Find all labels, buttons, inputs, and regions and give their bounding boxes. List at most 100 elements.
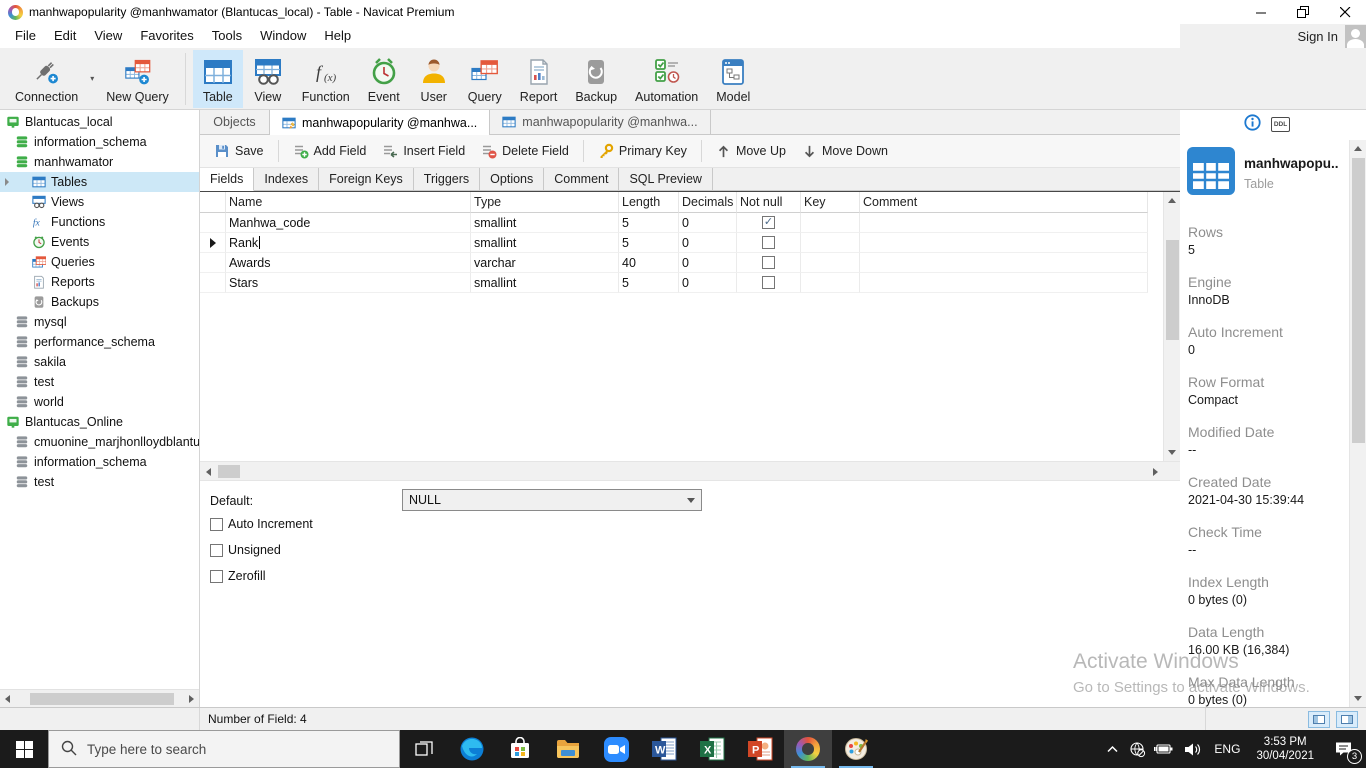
scrollbar-thumb[interactable] [218,465,240,478]
toolbar-backup-button[interactable]: Backup [566,50,626,108]
sidebar-horizontal-scrollbar[interactable] [0,689,199,707]
cell-name[interactable]: Stars [226,273,471,293]
dropdown-caret-icon[interactable]: ▾ [90,74,94,83]
sidebar-item-manhwamator[interactable]: manhwamator [0,152,199,172]
battery-icon[interactable] [1150,730,1178,768]
sidebar-item-information_schema[interactable]: information_schema [0,452,199,472]
cell-key[interactable] [801,253,860,273]
cell-length[interactable]: 5 [619,233,679,253]
sidebar-item-views[interactable]: Views [0,192,199,212]
clock[interactable]: 3:53 PM 30/04/2021 [1248,735,1322,764]
checkbox-zerofill[interactable]: Zerofill [210,569,266,583]
cell-length[interactable]: 5 [619,273,679,293]
sidebar-item-cmuonine_marjhonlloydblantuca[interactable]: cmuonine_marjhonlloydblantuca [0,432,199,452]
taskbar-app-folder[interactable] [544,730,592,768]
table-row[interactable]: Manhwa_code smallint 5 0 ✓ [200,213,1163,233]
taskbar-app-excel[interactable]: X [688,730,736,768]
sidebar-item-sakila[interactable]: sakila [0,352,199,372]
task-view-button[interactable] [400,730,448,768]
scroll-right-icon[interactable] [189,695,194,703]
insert-field-button[interactable]: Insert Field [374,138,473,164]
toolbar-model-button[interactable]: Model [707,50,759,108]
menu-favorites[interactable]: Favorites [131,24,202,48]
taskbar-app-navicat[interactable] [784,730,832,768]
sidebar-item-blantucas_online[interactable]: Blantucas_Online [0,412,199,432]
move-up-button[interactable]: Move Up [708,138,794,164]
taskbar-app-zoomapp[interactable] [592,730,640,768]
cell-not-null[interactable] [737,253,801,273]
scroll-up-icon[interactable] [1354,146,1362,151]
sidebar-item-test[interactable]: test [0,372,199,392]
default-value-combobox[interactable]: NULL [402,489,702,511]
cell-length[interactable]: 5 [619,213,679,233]
speaker-icon[interactable] [1178,730,1206,768]
info-icon[interactable] [1244,114,1261,134]
grid-vertical-scrollbar[interactable] [1163,192,1180,461]
not-null-checkbox[interactable] [762,236,775,249]
cell-length[interactable]: 40 [619,253,679,273]
taskbar-app-paint[interactable] [832,730,880,768]
scroll-left-icon[interactable] [5,695,10,703]
scroll-left-icon[interactable] [206,468,211,476]
ddl-icon[interactable]: DDL [1271,116,1290,132]
sidebar-item-test[interactable]: test [0,472,199,492]
menu-help[interactable]: Help [315,24,360,48]
sidebar-item-tables[interactable]: Tables [0,172,199,192]
toggle-left-panel-button[interactable] [1308,711,1330,728]
sign-in-link[interactable]: Sign In [1298,29,1338,44]
toggle-right-panel-button[interactable] [1336,711,1358,728]
taskbar-app-store[interactable] [496,730,544,768]
sidebar-item-world[interactable]: world [0,392,199,412]
toolbar-user-button[interactable]: User [409,50,459,108]
taskbar-app-edge[interactable] [448,730,496,768]
sidebar-item-functions[interactable]: fx Functions [0,212,199,232]
not-null-checkbox[interactable] [762,256,775,269]
cell-not-null[interactable] [737,273,801,293]
toolbar-table-button[interactable]: Table [192,49,243,108]
doc-tab[interactable]: manhwapopularity @manhwa... [490,110,711,134]
cell-name[interactable]: Manhwa_code [226,213,471,233]
tray-chevron-icon[interactable] [1100,730,1124,768]
close-button[interactable] [1324,0,1366,24]
cell-decimals[interactable]: 0 [679,233,737,253]
doc-tab[interactable]: manhwapopularity @manhwa... [270,110,491,136]
cell-type[interactable]: smallint [471,213,619,233]
cell-key[interactable] [801,213,860,233]
restore-button[interactable] [1282,0,1324,24]
tab-sql-preview[interactable]: SQL Preview [619,168,713,190]
cell-comment[interactable] [860,233,1148,253]
table-row[interactable]: Rank smallint 5 0 [200,233,1163,253]
tab-indexes[interactable]: Indexes [254,168,320,190]
save-button[interactable]: Save [206,138,272,164]
scroll-down-icon[interactable] [1168,450,1176,455]
cell-not-null[interactable]: ✓ [737,213,801,233]
taskbar-app-ppt[interactable]: P [736,730,784,768]
toolbar-connection-button[interactable]: Connection [6,50,87,108]
cell-comment[interactable] [860,213,1148,233]
cell-comment[interactable] [860,273,1148,293]
grid-horizontal-scrollbar[interactable] [200,461,1180,481]
tab-comment[interactable]: Comment [544,168,620,190]
table-row[interactable]: Awards varchar 40 0 [200,253,1163,273]
taskbar-app-word[interactable]: W [640,730,688,768]
toolbar-function-button[interactable]: f (x) Function [293,50,359,108]
cell-type[interactable]: smallint [471,233,619,253]
move-down-button[interactable]: Move Down [794,138,896,164]
start-button[interactable] [0,730,48,768]
cell-not-null[interactable] [737,233,801,253]
sidebar-item-reports[interactable]: Reports [0,272,199,292]
tab-options[interactable]: Options [480,168,545,190]
delete-field-button[interactable]: Delete Field [473,138,577,164]
scroll-down-icon[interactable] [1354,696,1362,701]
sidebar-item-information_schema[interactable]: information_schema [0,132,199,152]
cell-name[interactable]: Rank [226,233,471,253]
taskbar-search-box[interactable]: Type here to search [48,730,400,768]
checkbox-unsigned[interactable]: Unsigned [210,543,281,557]
user-avatar[interactable] [1345,25,1366,48]
expander-icon[interactable] [5,178,9,186]
cell-decimals[interactable]: 0 [679,273,737,293]
cell-type[interactable]: smallint [471,273,619,293]
primary-key-button[interactable]: Primary Key [590,138,695,164]
cell-key[interactable] [801,233,860,253]
cell-key[interactable] [801,273,860,293]
